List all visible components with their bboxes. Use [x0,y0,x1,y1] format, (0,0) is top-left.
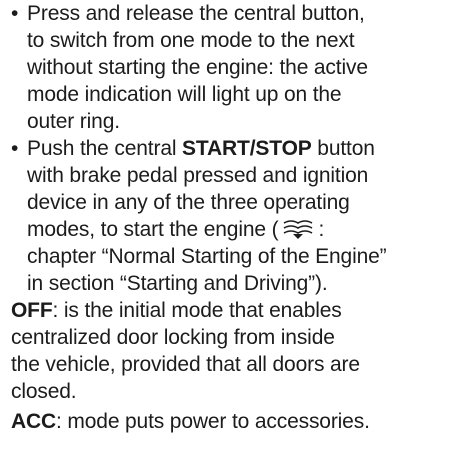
bullet2-line3: device in any of the three operating [27,191,350,214]
bullet1-line4: mode indication will light up on the [27,83,342,106]
off-line1: OFF: is the initial mode that enables [11,297,342,324]
bullet2-line1: Push the central START/STOP button [27,135,375,162]
bullet1-line2: to switch from one mode to the next [27,29,355,52]
off-line1-text: : is the initial mode that enables [52,299,342,322]
bullet-dot: • [11,2,19,25]
off-line2: centralized door locking from inside [11,326,335,349]
bullet1-line1: Press and release the central button, [27,2,365,25]
acc-term: ACC [11,410,57,433]
acc-line1-text: : mode puts power to accessories. [56,410,370,433]
bullet1-line5: outer ring. [27,110,120,133]
bullet2-line1-pre: Push the central [27,137,183,160]
bullet1-line3: without starting the engine: the active [27,56,368,79]
bullet2-line4: modes, to start the engine (: [27,216,324,243]
off-line3: the vehicle, provided that all doors are [11,353,360,376]
start-stop-term: START/STOP [182,137,312,160]
off-line4: closed. [11,380,77,403]
off-term: OFF [11,299,53,322]
bullet2-line1-post: button [311,137,375,160]
bullet2-line2: with brake pedal pressed and ignition [27,164,369,187]
manual-page: • Press and release the central button, … [0,0,449,460]
book-reference-icon [280,218,316,240]
bullet2-line6: in section “Starting and Driving”). [27,272,328,295]
bullet-dot: • [11,137,19,160]
bullet2-line4-post: : [318,218,325,241]
bullet2-line5: chapter “Normal Starting of the Engine” [27,245,387,268]
bullet2-line4-pre: modes, to start the engine ( [27,218,279,241]
acc-line1: ACC: mode puts power to accessories. [11,408,370,435]
